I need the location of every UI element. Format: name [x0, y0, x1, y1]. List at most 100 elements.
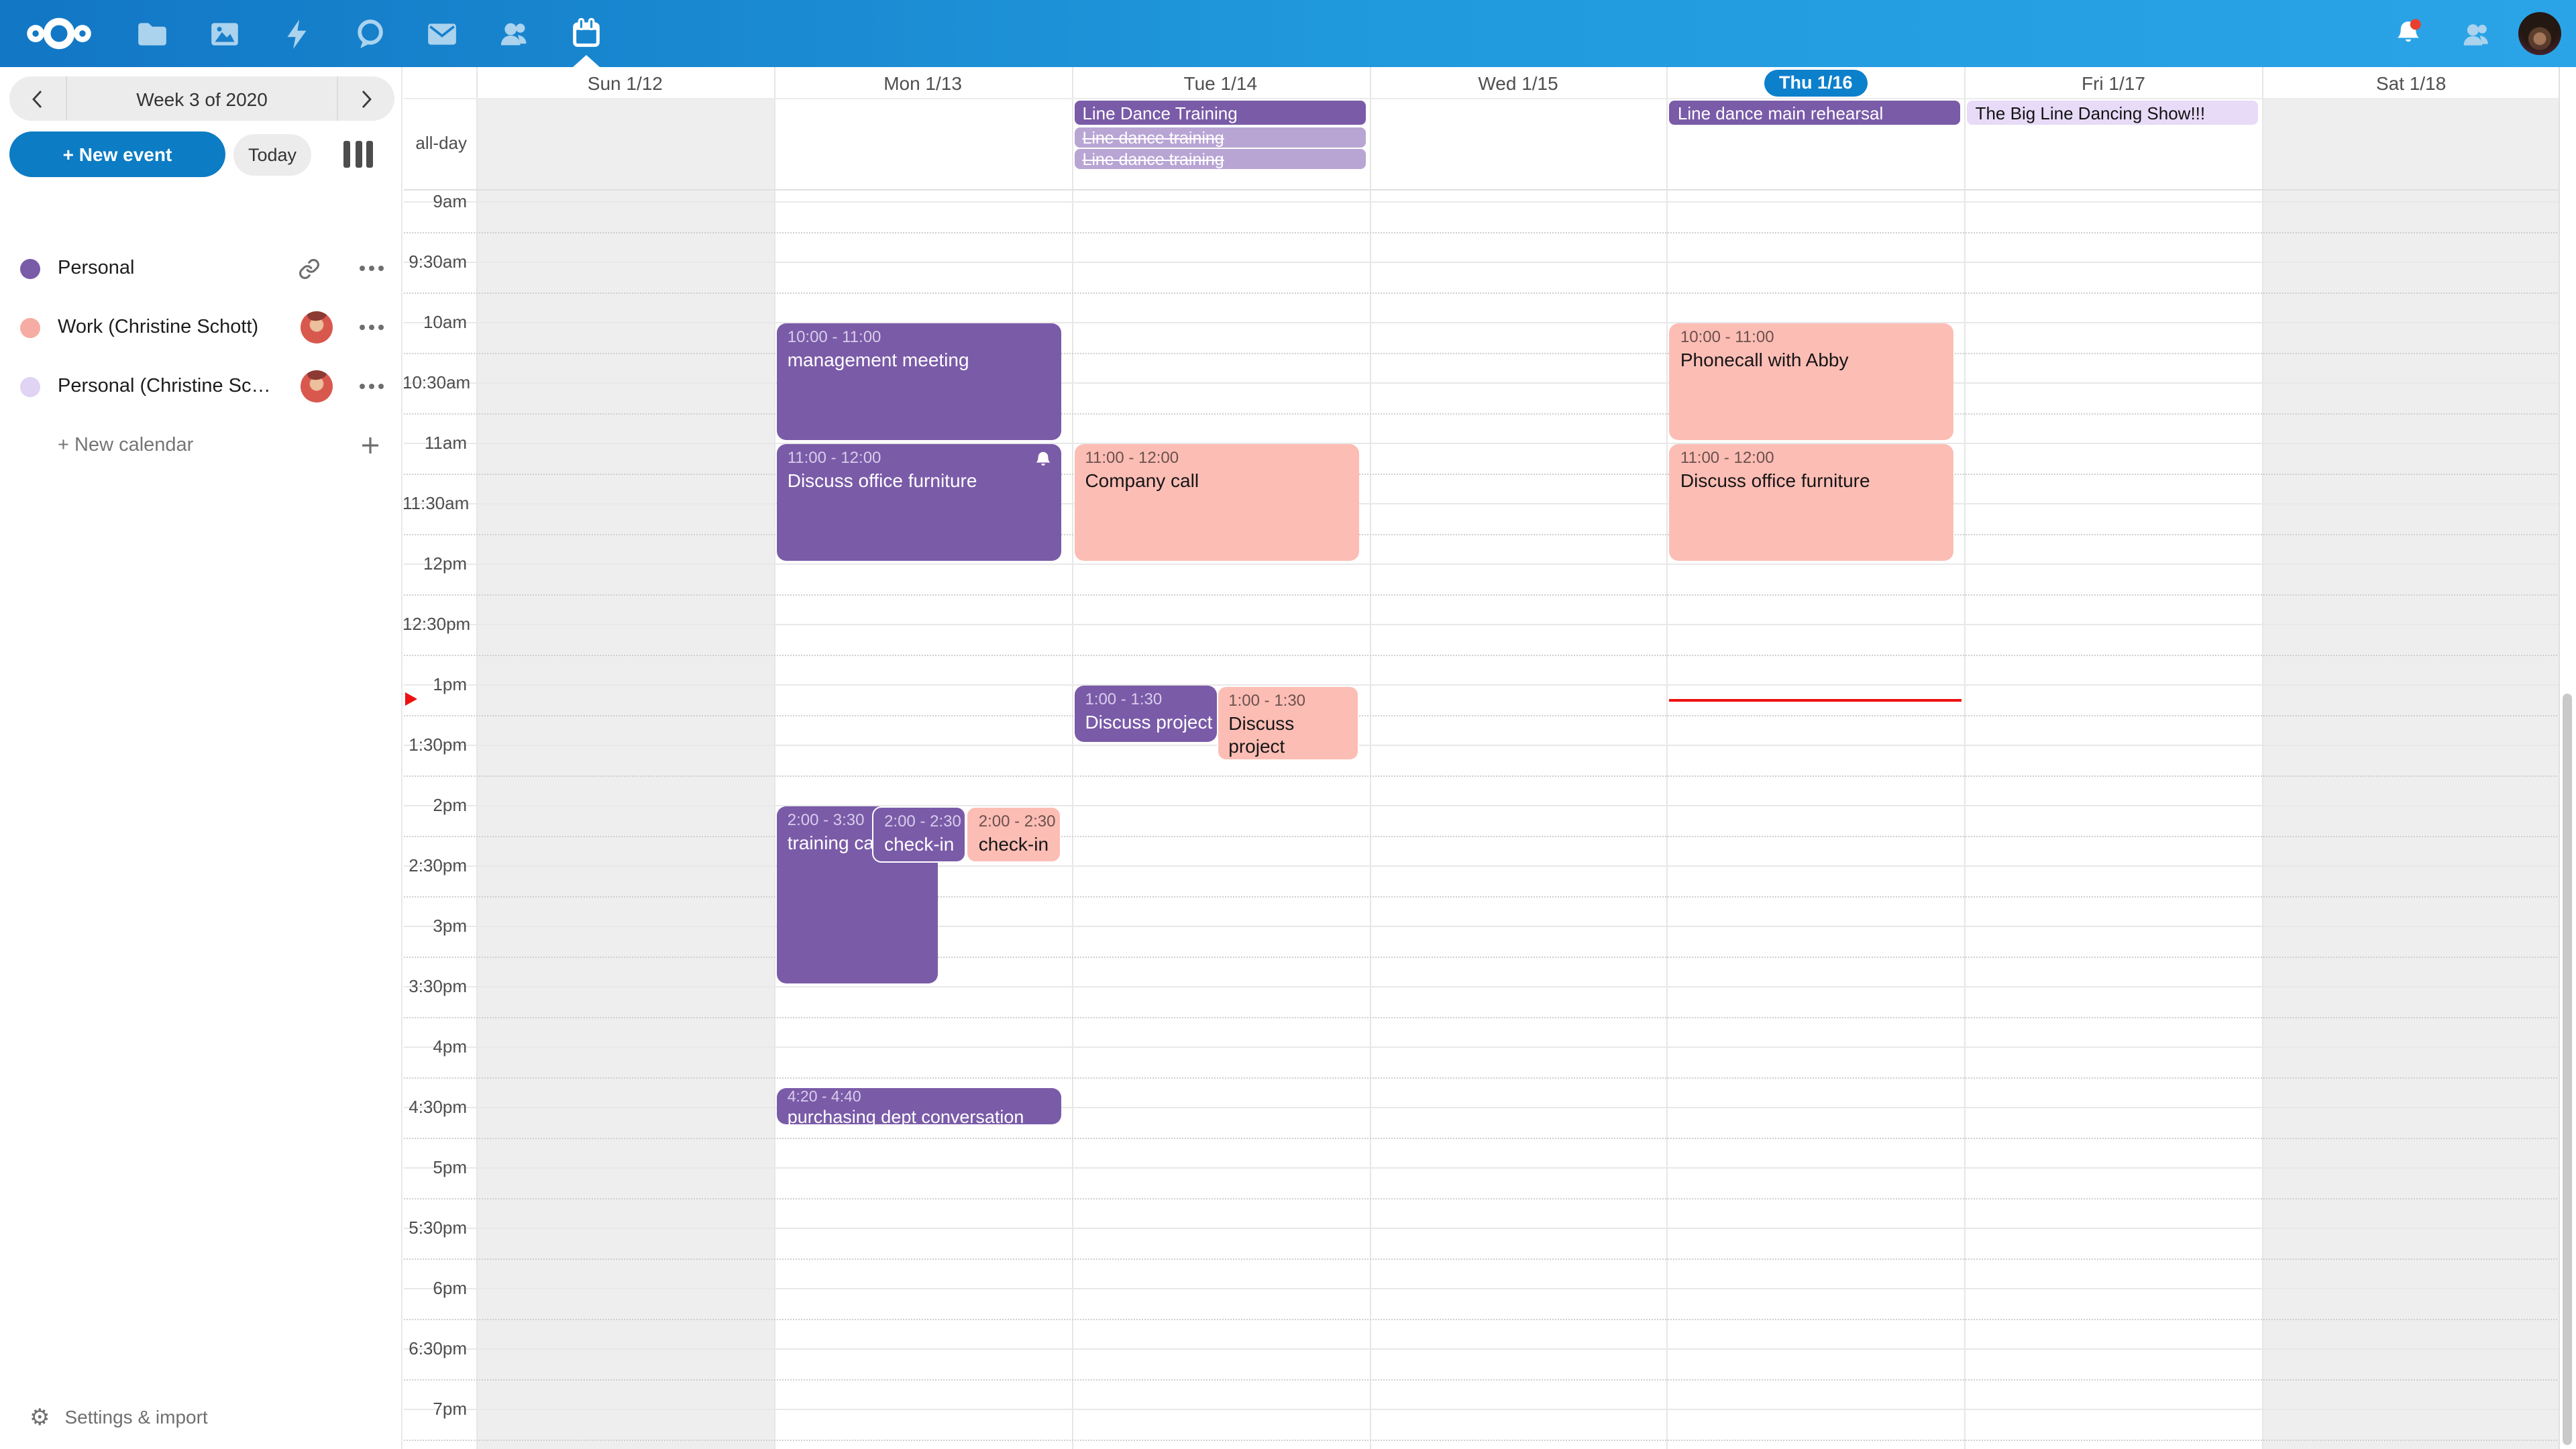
event-title: Discuss project announcement	[1228, 712, 1346, 761]
gridline-30min	[404, 805, 2560, 806]
mail-icon	[425, 17, 458, 50]
day-header-wed[interactable]: Wed 1/15	[1369, 67, 1667, 98]
gridline-15min	[404, 1016, 2560, 1018]
new-calendar-button[interactable]: + New calendar	[0, 420, 402, 471]
event-time: 2:00 - 2:30	[979, 812, 1049, 833]
calendar-icon	[569, 16, 604, 51]
calendar-name: Personal	[58, 258, 134, 279]
contacts-icon	[496, 16, 531, 51]
settings-import-button[interactable]: ⚙ Settings & import	[0, 1397, 402, 1437]
gridline-15min	[404, 835, 2560, 837]
gridline-30min	[404, 262, 2560, 263]
gridline-15min	[404, 292, 2560, 293]
event-title: management meeting	[788, 348, 1051, 372]
event-check-in[interactable]: 2:00 - 2:30check-in	[872, 806, 967, 863]
calendar-app-button[interactable]	[550, 0, 623, 67]
mail-app-button[interactable]	[405, 0, 478, 67]
gridline-15min	[404, 1077, 2560, 1078]
event-check-in[interactable]: 2:00 - 2:30check-in	[967, 806, 1061, 863]
allday-event[interactable]: The Big Line Dancing Show!!!	[1968, 101, 2259, 125]
activity-icon	[280, 17, 313, 50]
time-label: 10:30am	[402, 372, 467, 392]
weekend-shade	[2262, 98, 2560, 1449]
time-label: 4pm	[402, 1036, 467, 1057]
day-header-mon[interactable]: Mon 1/13	[774, 67, 1072, 98]
day-header-label: Sat 1/18	[2376, 72, 2446, 93]
contacts-menu-icon	[2459, 17, 2492, 50]
photos-app-button[interactable]	[188, 0, 260, 67]
new-event-button[interactable]: + New event	[9, 131, 225, 177]
gridline-15min	[404, 714, 2560, 716]
day-header-fri[interactable]: Fri 1/17	[1965, 67, 2263, 98]
event-purchasing-dept-conversation[interactable]: 4:20 - 4:40purchasing dept conversation	[777, 1088, 1061, 1124]
day-header-tue[interactable]: Tue 1/14	[1071, 67, 1369, 98]
reminder-bell-icon	[1034, 451, 1051, 468]
event-discuss-project-announcement[interactable]: 1:00 - 1:30Discuss project announcement	[1074, 686, 1216, 742]
gridline-15min	[404, 413, 2560, 414]
day-header-label: Fri 1/17	[2082, 72, 2145, 93]
day-header-label: Mon 1/13	[883, 72, 962, 93]
now-line	[1670, 698, 1962, 702]
nextcloud-logo[interactable]	[20, 11, 98, 56]
day-header-label: Wed 1/15	[1478, 72, 1558, 93]
event-title: check-in	[884, 833, 955, 856]
previous-week-button[interactable]	[9, 76, 66, 121]
event-discuss-project-announcement[interactable]: 1:00 - 1:30Discuss project announcement	[1216, 686, 1358, 761]
gridline-15min	[404, 473, 2560, 474]
event-time: 10:00 - 11:00	[788, 327, 1051, 348]
event-title: Phonecall with Abby	[1680, 348, 1943, 372]
event-discuss-office-furniture[interactable]: 11:00 - 12:00Discuss office furniture	[777, 444, 1061, 561]
event-time: 11:00 - 12:00	[1680, 448, 1943, 469]
activity-app-button[interactable]	[260, 0, 333, 67]
gridline-30min	[404, 1288, 2560, 1289]
gridline-15min	[404, 775, 2560, 776]
time-label: 5:30pm	[402, 1218, 467, 1238]
notifications-button[interactable]	[2375, 0, 2442, 67]
event-time: 1:00 - 1:30	[1085, 690, 1205, 710]
time-label: 6:30pm	[402, 1338, 467, 1358]
calendar-color-dot	[20, 376, 40, 396]
week-view-toggle-button[interactable]	[343, 141, 373, 168]
day-header-thu[interactable]: Thu 1/16	[1667, 67, 1965, 98]
event-company-call[interactable]: 11:00 - 12:00Company call	[1074, 444, 1358, 561]
today-button[interactable]: Today	[233, 134, 311, 176]
gridline-30min	[404, 201, 2560, 203]
event-title: Discuss office furniture	[1680, 469, 1943, 492]
calendar-list-item-personal-shared[interactable]: Personal (Christine Schott)	[0, 361, 402, 412]
scrollbar-thumb[interactable]	[2563, 694, 2572, 1445]
time-label: 2pm	[402, 795, 467, 815]
gridline-15min	[404, 1258, 2560, 1259]
next-week-button[interactable]	[338, 76, 394, 121]
app-navigation	[115, 0, 623, 67]
event-management-meeting[interactable]: 10:00 - 11:00management meeting	[777, 323, 1061, 440]
calendar-list-item-work[interactable]: Work (Christine Schott)	[0, 302, 402, 353]
share-link-button[interactable]	[298, 257, 321, 280]
nextcloud-logo-icon	[24, 13, 94, 54]
allday-event[interactable]: Line dance training	[1074, 149, 1365, 169]
event-time: 1:00 - 1:30	[1228, 691, 1346, 712]
user-menu-button[interactable]	[2509, 0, 2576, 67]
week-label-button[interactable]: Week 3 of 2020	[66, 76, 338, 121]
calendar-actions-menu[interactable]	[360, 325, 384, 330]
day-header-sun[interactable]: Sun 1/12	[476, 67, 774, 98]
add-calendar-plus-button[interactable]	[360, 435, 381, 456]
event-phonecall-with-abby[interactable]: 10:00 - 11:00Phonecall with Abby	[1670, 323, 1954, 440]
allday-event[interactable]: Line dance main rehearsal	[1670, 101, 1961, 125]
vertical-scrollbar[interactable]	[2559, 67, 2576, 1449]
weekend-shade	[476, 98, 774, 1449]
calendar-list-item-personal[interactable]: Personal	[0, 243, 402, 294]
event-title: Discuss project announcement	[1085, 710, 1205, 734]
time-label: 12:30pm	[402, 614, 467, 634]
calendar-actions-menu[interactable]	[360, 266, 384, 271]
contacts-menu-button[interactable]	[2442, 0, 2509, 67]
calendar-actions-menu[interactable]	[360, 384, 384, 389]
contacts-app-button[interactable]	[478, 0, 550, 67]
event-discuss-office-furniture[interactable]: 11:00 - 12:00Discuss office furniture	[1670, 444, 1954, 561]
calendar-sidebar: Week 3 of 2020 + New event Today Persona…	[0, 67, 402, 1449]
allday-event[interactable]: Line dance training	[1074, 127, 1365, 148]
day-header-sat[interactable]: Sat 1/18	[2262, 67, 2560, 98]
allday-event[interactable]: Line Dance Training	[1074, 101, 1365, 125]
gridline-15min	[404, 594, 2560, 595]
files-app-button[interactable]	[115, 0, 188, 67]
talk-app-button[interactable]	[333, 0, 405, 67]
